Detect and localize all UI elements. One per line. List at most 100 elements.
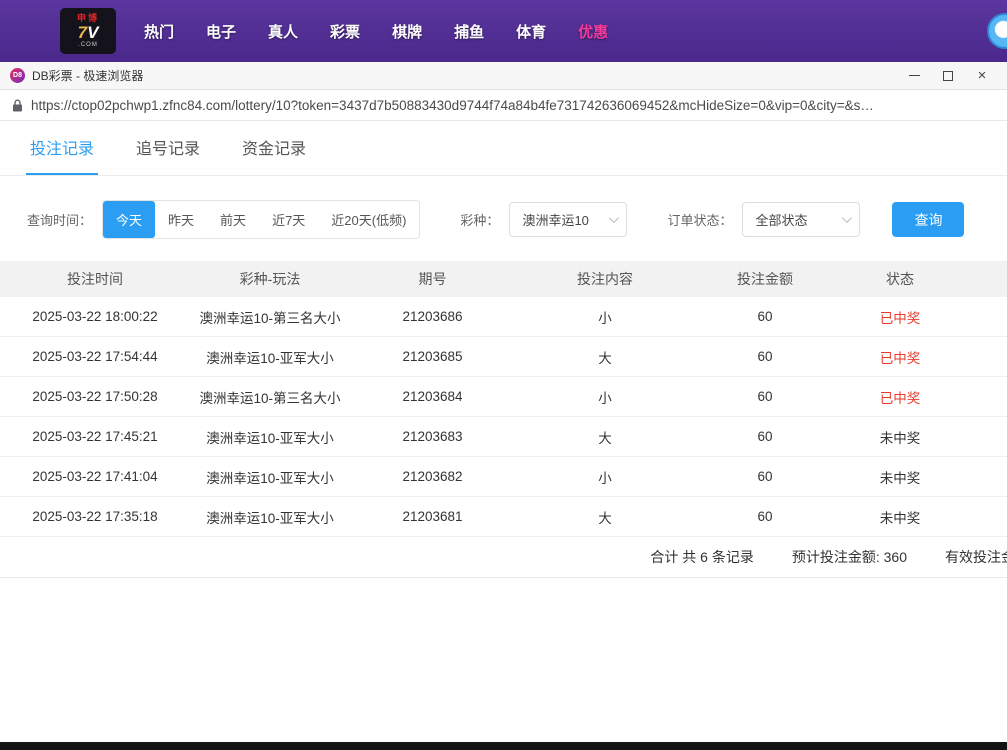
bet-issue: 21203684 [350, 389, 515, 404]
status-badge: 未中奖 [835, 507, 965, 527]
summary-total-records: 合计 共 6 条记录 [650, 547, 753, 567]
lottery-select-value: 澳洲幸运10 [522, 210, 588, 229]
record-tabs: 投注记录 追号记录 资金记录 [0, 121, 1007, 176]
url-text: https://ctop02pchwp1.zfnc84.com/lottery/… [31, 98, 995, 113]
bet-amount: 60 [695, 429, 835, 444]
lock-icon [12, 99, 23, 112]
tab-bet-records[interactable]: 投注记录 [30, 135, 94, 175]
table-row: 2025-03-22 17:54:44 澳洲幸运10-亚军大小 21203685… [0, 337, 1007, 377]
table-row: 2025-03-22 17:41:04 澳洲幸运10-亚军大小 21203682… [0, 457, 1007, 497]
bet-time: 2025-03-22 17:45:21 [0, 429, 190, 444]
browser-titlebar: D8 DB彩票 - 极速浏览器 × [0, 62, 1007, 90]
bet-amount: 60 [695, 509, 835, 524]
nav-item-sports[interactable]: 体育 [516, 21, 546, 42]
browser-title-area: D8 DB彩票 - 极速浏览器 [10, 67, 143, 84]
chevron-down-icon [609, 213, 619, 223]
bet-game: 澳洲幸运10-亚军大小 [190, 507, 350, 527]
bet-content: 小 [515, 307, 695, 327]
status-badge: 未中奖 [835, 467, 965, 487]
summary-valid-amount: 有效投注金额 [945, 547, 1007, 567]
bet-records-table: 投注时间 彩种-玩法 期号 投注内容 投注金额 状态 2025-03-22 18… [0, 261, 1007, 578]
bet-game: 澳洲幸运10-第三名大小 [190, 307, 350, 327]
search-button[interactable]: 查询 [892, 202, 964, 237]
order-status-label: 订单状态： [667, 210, 732, 229]
window-controls: × [897, 63, 999, 89]
bet-game: 澳洲幸运10-亚军大小 [190, 467, 350, 487]
time-option-7days[interactable]: 近7天 [259, 201, 318, 238]
time-option-yesterday[interactable]: 昨天 [155, 201, 207, 238]
table-row: 2025-03-22 17:50:28 澳洲幸运10-第三名大小 2120368… [0, 377, 1007, 417]
time-option-today[interactable]: 今天 [103, 201, 155, 238]
bet-content: 大 [515, 347, 695, 367]
tab-fund-records[interactable]: 资金记录 [242, 135, 306, 175]
nav-item-fishing[interactable]: 捕鱼 [454, 21, 484, 42]
bet-content: 小 [515, 387, 695, 407]
header-game-play: 彩种-玩法 [190, 269, 350, 289]
header-bet-amount: 投注金额 [695, 269, 835, 289]
header-issue: 期号 [350, 269, 515, 289]
lottery-filter-label: 彩种： [460, 210, 499, 229]
url-bar[interactable]: https://ctop02pchwp1.zfnc84.com/lottery/… [0, 90, 1007, 121]
time-filter-label: 查询时间： [27, 210, 92, 229]
bet-content: 小 [515, 467, 695, 487]
tab-chase-records[interactable]: 追号记录 [136, 135, 200, 175]
bet-time: 2025-03-22 17:50:28 [0, 389, 190, 404]
nav-item-boardgames[interactable]: 棋牌 [392, 21, 422, 42]
nav-item-hot[interactable]: 热门 [144, 21, 174, 42]
taskbar-edge [0, 742, 1007, 750]
status-badge: 未中奖 [835, 427, 965, 447]
order-status-select[interactable]: 全部状态 [742, 202, 860, 237]
summary-expected-amount: 预计投注金额: 360 [792, 547, 907, 567]
browser-window-title: DB彩票 - 极速浏览器 [32, 67, 143, 84]
bet-content: 大 [515, 507, 695, 527]
time-option-20days[interactable]: 近20天(低频) [318, 201, 419, 238]
time-option-daybefore[interactable]: 前天 [207, 201, 259, 238]
table-header-row: 投注时间 彩种-玩法 期号 投注内容 投注金额 状态 [0, 261, 1007, 297]
bet-amount: 60 [695, 309, 835, 324]
bet-issue: 21203686 [350, 309, 515, 324]
bet-time: 2025-03-22 17:54:44 [0, 349, 190, 364]
bet-amount: 60 [695, 469, 835, 484]
time-filter-group: 今天 昨天 前天 近7天 近20天(低频) [102, 200, 420, 239]
logo-text-7v: 7V [78, 24, 99, 41]
close-button[interactable]: × [965, 63, 999, 89]
nav-item-live[interactable]: 真人 [268, 21, 298, 42]
bet-time: 2025-03-22 18:00:22 [0, 309, 190, 324]
bet-issue: 21203683 [350, 429, 515, 444]
bet-content: 大 [515, 427, 695, 447]
bet-game: 澳洲幸运10-第三名大小 [190, 387, 350, 407]
table-row: 2025-03-22 17:35:18 澳洲幸运10-亚军大小 21203681… [0, 497, 1007, 537]
minimize-icon [909, 75, 920, 76]
header-bet-content: 投注内容 [515, 269, 695, 289]
bet-issue: 21203682 [350, 469, 515, 484]
filter-bar: 查询时间： 今天 昨天 前天 近7天 近20天(低频) 彩种： 澳洲幸运10 订… [27, 200, 1007, 239]
logo-text-cn: 申博 [77, 14, 99, 23]
bet-time: 2025-03-22 17:41:04 [0, 469, 190, 484]
bet-issue: 21203685 [350, 349, 515, 364]
nav-item-electronic[interactable]: 电子 [206, 21, 236, 42]
nav-item-lottery[interactable]: 彩票 [330, 21, 360, 42]
maximize-icon [943, 71, 953, 81]
lottery-select[interactable]: 澳洲幸运10 [509, 202, 627, 237]
minimize-button[interactable] [897, 63, 931, 89]
bet-game: 澳洲幸运10-亚军大小 [190, 427, 350, 447]
bet-time: 2025-03-22 17:35:18 [0, 509, 190, 524]
order-status-value: 全部状态 [755, 210, 807, 229]
lottery-records-page: 投注记录 追号记录 资金记录 查询时间： 今天 昨天 前天 近7天 近20天(低… [0, 121, 1007, 578]
nav-item-promotions[interactable]: 优惠 [578, 21, 608, 42]
logo-text-com: .COM [78, 42, 98, 48]
bet-amount: 60 [695, 389, 835, 404]
bet-amount: 60 [695, 349, 835, 364]
status-badge: 已中奖 [835, 387, 965, 407]
table-summary-row: 合计 共 6 条记录 预计投注金额: 360 有效投注金额 [0, 537, 1007, 578]
bet-issue: 21203681 [350, 509, 515, 524]
status-badge: 已中奖 [835, 307, 965, 327]
floating-service-widget[interactable] [987, 13, 1007, 49]
site-logo[interactable]: 申博 7V .COM [60, 8, 116, 54]
status-badge: 已中奖 [835, 347, 965, 367]
site-nav: 申博 7V .COM 热门 电子 真人 彩票 棋牌 捕鱼 体育 优惠 [0, 0, 1007, 62]
site-nav-items: 热门 电子 真人 彩票 棋牌 捕鱼 体育 优惠 [144, 21, 608, 42]
browser-favicon-icon: D8 [10, 68, 25, 83]
bet-game: 澳洲幸运10-亚军大小 [190, 347, 350, 367]
maximize-button[interactable] [931, 63, 965, 89]
